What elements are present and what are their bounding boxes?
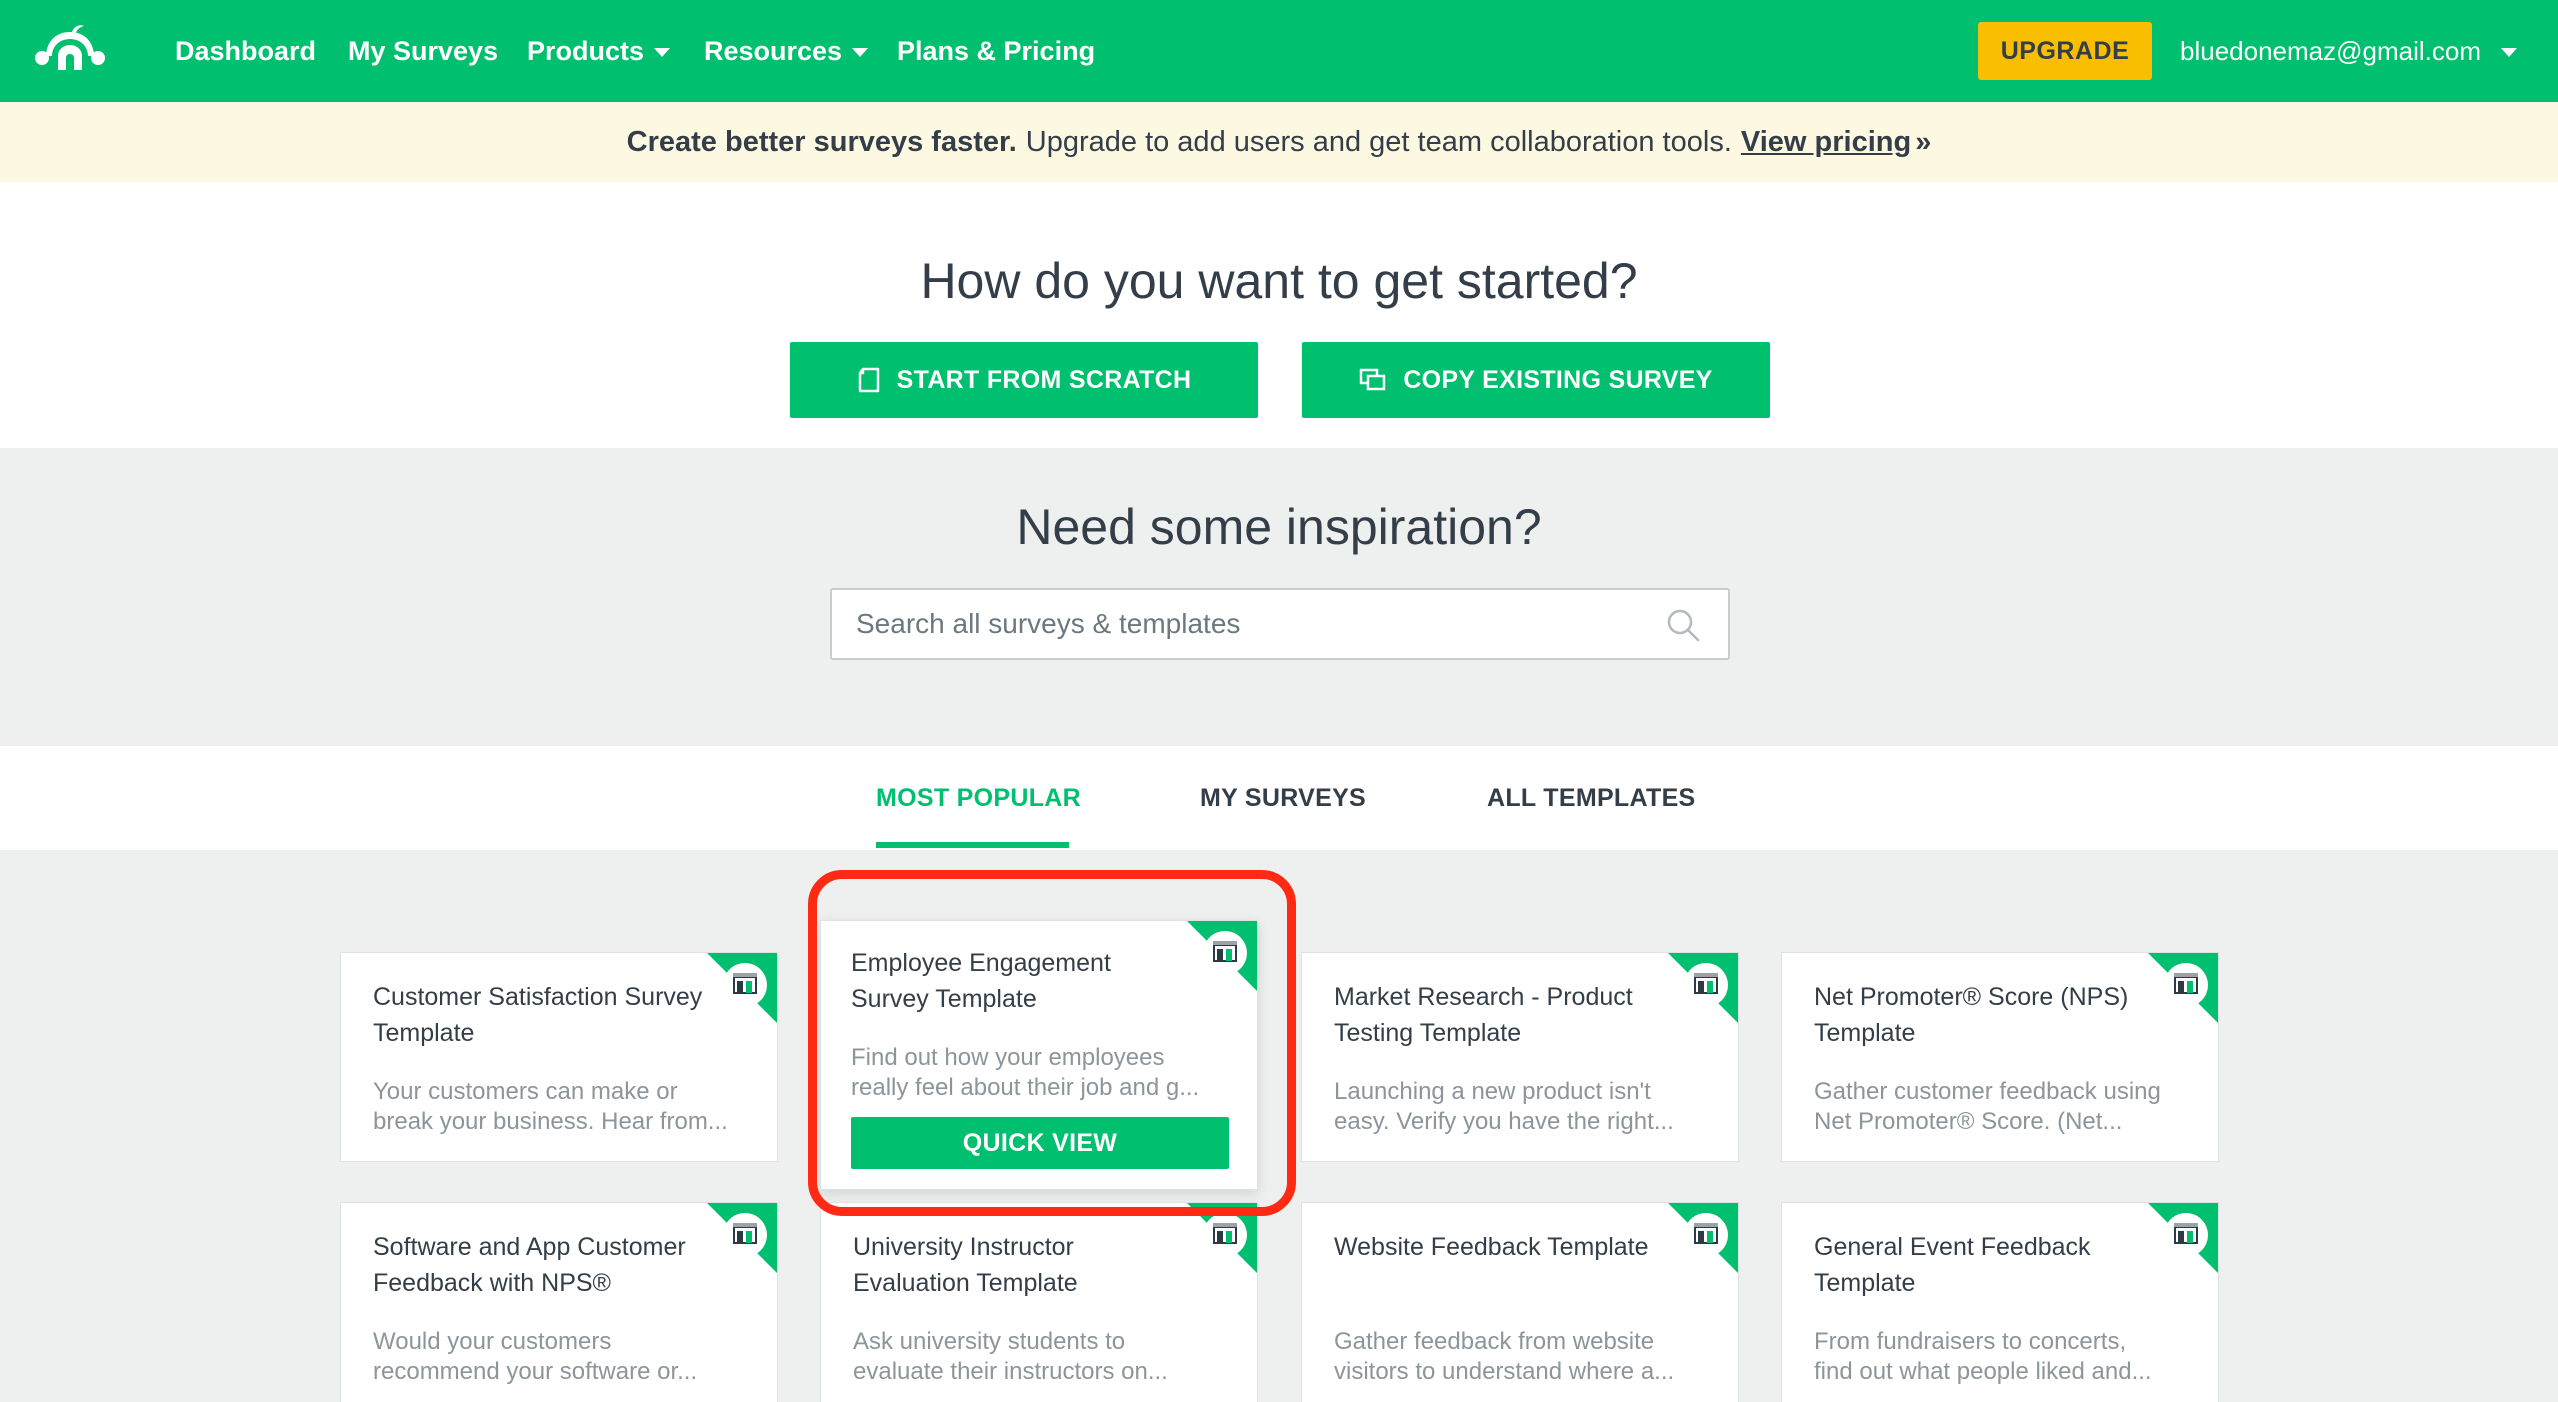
promo-banner: Create better surveys faster. Upgrade to… (0, 102, 2558, 182)
template-card[interactable]: Net Promoter® Score (NPS) Template Gathe… (1781, 952, 2219, 1162)
template-card[interactable]: General Event Feedback Template From fun… (1781, 1202, 2219, 1402)
tab-all-templates[interactable]: ALL TEMPLATES (1487, 746, 1696, 850)
caret-down-icon (654, 48, 671, 57)
nav-resources[interactable]: Resources (704, 0, 869, 102)
template-tabs: MOST POPULAR MY SURVEYS ALL TEMPLATES (0, 746, 2558, 850)
card-title: Website Feedback Template (1334, 1233, 1649, 1261)
card-description: Would your customers recommend your softw… (373, 1327, 753, 1387)
card-desc-line: Ask university students to (853, 1328, 1126, 1355)
template-card[interactable]: Customer Satisfaction Survey Template Yo… (340, 952, 778, 1162)
banner-text: Upgrade to add users and get team collab… (1025, 125, 1732, 158)
template-card[interactable]: Software and App Customer Feedback with … (340, 1202, 778, 1402)
surveymonkey-logo-icon[interactable] (34, 24, 106, 76)
copy-icon (1360, 368, 1386, 391)
tab-most-popular-label: MOST POPULAR (876, 783, 1081, 812)
document-icon (858, 367, 879, 393)
card-description: Gather customer feedback using Net Promot… (1814, 1077, 2194, 1137)
card-desc-line: visitors to understand where a... (1334, 1358, 1675, 1385)
card-desc-line: find out what people liked and... (1814, 1358, 2152, 1385)
template-card[interactable]: Website Feedback Template Gather feedbac… (1301, 1202, 1739, 1402)
active-tab-indicator (876, 842, 1069, 848)
caret-down-icon (852, 48, 869, 57)
copy-existing-survey-label: COPY EXISTING SURVEY (1403, 365, 1713, 394)
account-email: bluedonemaz@gmail.com (2180, 35, 2481, 66)
template-card[interactable]: University Instructor Evaluation Templat… (820, 1202, 1258, 1402)
card-desc-line: Net Promoter® Score. (Net... (1814, 1108, 2123, 1135)
quick-view-button[interactable]: QUICK VIEW (851, 1117, 1229, 1169)
tab-most-popular[interactable]: MOST POPULAR (876, 746, 1081, 850)
nav-dashboard[interactable]: Dashboard (175, 0, 316, 102)
card-desc-line: easy. Verify you have the right... (1334, 1108, 1674, 1135)
start-from-scratch-button[interactable]: START FROM SCRATCH (790, 342, 1258, 418)
template-badge-icon (1668, 953, 1738, 1023)
card-title: Market Research - Product Testing Templa… (1334, 983, 1633, 1047)
card-description: Launching a new product isn't easy. Verif… (1334, 1077, 1714, 1137)
template-card[interactable]: Market Research - Product Testing Templa… (1301, 952, 1739, 1162)
card-title: General Event Feedback Template (1814, 1233, 2091, 1297)
top-nav: Dashboard My Surveys Products Resources … (0, 0, 2558, 102)
card-title: Net Promoter® Score (NPS) Template (1814, 983, 2129, 1047)
card-desc-line: break your business. Hear from... (373, 1108, 728, 1135)
card-description: From fundraisers to concerts, find out wh… (1814, 1327, 2194, 1387)
card-desc-line: From fundraisers to concerts, (1814, 1328, 2127, 1355)
template-badge-icon (2148, 953, 2218, 1023)
card-desc-line: Would your customers (373, 1328, 612, 1355)
nav-products[interactable]: Products (527, 0, 671, 102)
tab-all-templates-label: ALL TEMPLATES (1487, 783, 1696, 812)
card-description: Ask university students to evaluate their… (853, 1327, 1233, 1387)
card-title: Software and App Customer Feedback with … (373, 1233, 686, 1297)
card-description: Find out how your employees really feel a… (851, 1043, 1231, 1103)
inspiration-heading: Need some inspiration? (1016, 499, 1542, 555)
card-title: Employee Engagement Survey Template (851, 949, 1111, 1013)
banner-arrow: » (1915, 125, 1932, 158)
inspiration-section: Need some inspiration? (0, 448, 2558, 746)
caret-down-icon (2500, 48, 2517, 57)
view-pricing-link[interactable]: View pricing (1741, 126, 1911, 159)
template-badge-icon (707, 953, 777, 1023)
card-desc-line: Gather customer feedback using (1814, 1078, 2161, 1105)
upgrade-button[interactable]: UPGRADE (1978, 22, 2152, 80)
template-badge-icon (1187, 1203, 1257, 1273)
card-desc-line: Find out how your employees (851, 1044, 1165, 1071)
tab-my-surveys-label: MY SURVEYS (1200, 783, 1367, 812)
card-desc-line: Your customers can make or (373, 1078, 678, 1105)
start-from-scratch-label: START FROM SCRATCH (896, 365, 1192, 394)
card-description: Your customers can make or break your bus… (373, 1077, 753, 1137)
card-title: Customer Satisfaction Survey Template (373, 983, 703, 1047)
tab-my-surveys[interactable]: MY SURVEYS (1200, 746, 1366, 850)
card-desc-line: evaluate their instructors on... (853, 1358, 1168, 1385)
template-badge-icon (1187, 921, 1257, 991)
nav-resources-label: Resources (704, 35, 843, 66)
get-started-section: How do you want to get started? START FR… (0, 182, 2558, 448)
search-icon[interactable] (1666, 608, 1700, 642)
card-desc-line: Launching a new product isn't (1334, 1078, 1651, 1105)
nav-dashboard-label: Dashboard (175, 35, 317, 66)
search-input[interactable] (856, 590, 1636, 658)
nav-plans-pricing[interactable]: Plans & Pricing (897, 0, 1095, 102)
card-description: Gather feedback from website visitors to … (1334, 1327, 1714, 1387)
template-card-hovered[interactable]: Employee Engagement Survey Template Find… (820, 920, 1258, 1190)
nav-products-label: Products (527, 35, 645, 66)
card-desc-line: really feel about their job and g... (851, 1074, 1200, 1101)
template-badge-icon (2148, 1203, 2218, 1273)
card-desc-line: Gather feedback from website (1334, 1328, 1655, 1355)
banner-bold-text: Create better surveys faster. (626, 125, 1017, 158)
nav-plans-pricing-label: Plans & Pricing (897, 35, 1096, 66)
card-title: University Instructor Evaluation Templat… (853, 1233, 1078, 1297)
nav-my-surveys-label: My Surveys (348, 35, 499, 66)
search-box (830, 588, 1730, 660)
account-menu[interactable]: bluedonemaz@gmail.com (2180, 0, 2517, 102)
get-started-heading: How do you want to get started? (920, 253, 1638, 309)
card-desc-line: recommend your software or... (373, 1358, 698, 1385)
copy-existing-survey-button[interactable]: COPY EXISTING SURVEY (1302, 342, 1770, 418)
nav-my-surveys[interactable]: My Surveys (348, 0, 498, 102)
